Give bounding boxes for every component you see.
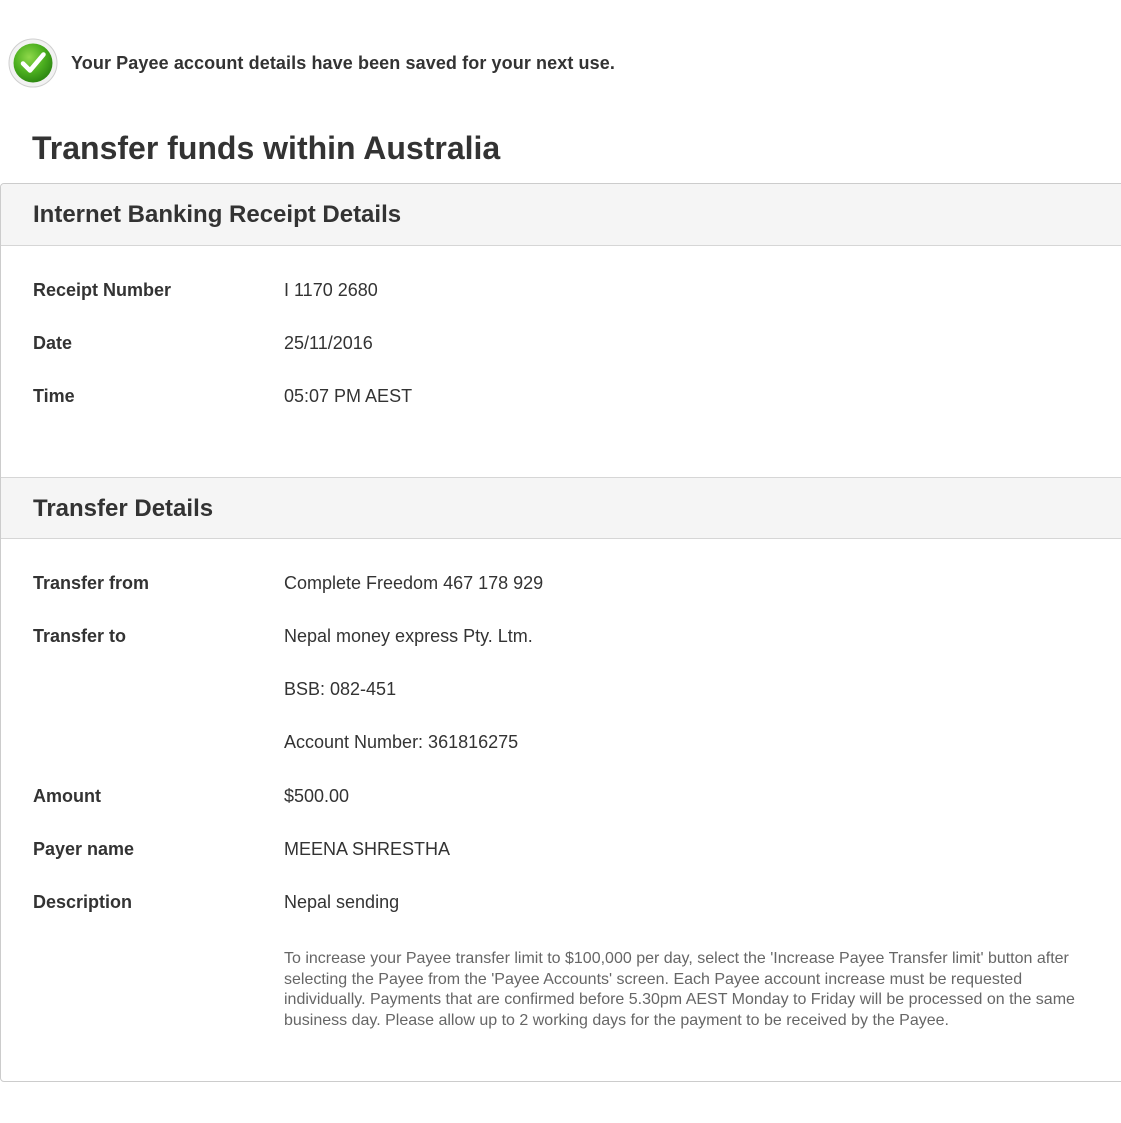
row-label: Receipt Number <box>33 280 172 300</box>
transfer-section-header: Transfer Details <box>1 477 1121 539</box>
row-value: Complete Freedom 467 178 929 <box>284 573 544 593</box>
transfer-limit-footnote: To increase your Payee transfer limit to… <box>284 950 1075 1029</box>
row-label: Date <box>33 333 73 353</box>
notice-text: Your Payee account details have been sav… <box>71 52 615 73</box>
row-label: Transfer to <box>33 626 127 646</box>
row-label: Amount <box>33 786 101 806</box>
row-value: 05:07 PM AEST <box>284 386 413 406</box>
row-label: Description <box>33 892 133 912</box>
row-label: Time <box>33 386 75 406</box>
row-value: Account Number: 361816275 <box>284 732 519 752</box>
receipt-section-header: Internet Banking Receipt Details <box>1 184 1121 246</box>
transfer-section-title: Transfer Details <box>33 495 214 522</box>
row-value: MEENA SHRESTHA <box>284 839 451 859</box>
row-value: $500.00 <box>284 786 350 806</box>
receipt-section-title: Internet Banking Receipt Details <box>33 201 402 228</box>
check-circle-icon <box>8 38 58 88</box>
page-title: Transfer funds within Australia <box>32 130 501 166</box>
receipt-page: Your Payee account details have been sav… <box>0 0 1121 1123</box>
row-value: I 1170 2680 <box>284 280 378 300</box>
receipt-panel: Internet Banking Receipt Details Receipt… <box>0 183 1121 1082</box>
row-label: Transfer from <box>33 573 150 593</box>
success-notice: Your Payee account details have been sav… <box>8 38 615 88</box>
row-value: 25/11/2016 <box>284 333 373 353</box>
row-value: Nepal money express Pty. Ltm. <box>284 626 533 646</box>
row-label: Payer name <box>33 839 135 859</box>
row-value: BSB: 082-451 <box>284 679 397 699</box>
row-value: Nepal sending <box>284 892 400 912</box>
